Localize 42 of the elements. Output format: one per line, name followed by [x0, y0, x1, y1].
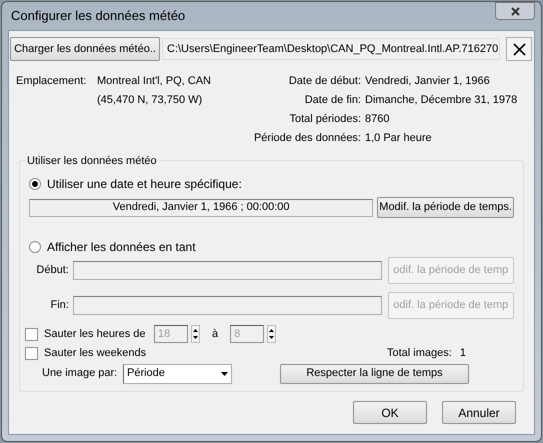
radio-button[interactable] — [29, 241, 41, 253]
info-label: Emplacement: — [16, 75, 86, 87]
dropdown[interactable]: Période — [123, 364, 232, 384]
button[interactable]: Modif. la période de temps. — [377, 197, 514, 218]
button[interactable]: Annuler — [442, 401, 516, 424]
spinner-icon[interactable] — [191, 325, 200, 343]
spinner-icon[interactable] — [267, 325, 276, 343]
date-field[interactable] — [72, 261, 382, 280]
close-icon — [512, 42, 526, 56]
info-value: Vendredi, Janvier 1, 1966 — [365, 74, 490, 87]
checkbox[interactable] — [25, 346, 38, 360]
date-field[interactable] — [72, 296, 382, 315]
info-value: (45,470 N, 73,750 W) — [97, 93, 202, 106]
radio-label: Afficher les données en tant — [47, 239, 196, 256]
info-label: Total périodes: — [289, 112, 361, 125]
info-label: Date de fin: — [304, 93, 361, 106]
info-value: 8760 — [365, 112, 390, 125]
radio-label: Utiliser une date et heure spécifique: — [47, 176, 242, 193]
button[interactable]: Charger les données météo.. — [10, 37, 160, 61]
button[interactable]: OK — [353, 401, 427, 424]
clear-button[interactable] — [506, 37, 532, 61]
radio-button[interactable] — [29, 178, 41, 190]
window-title: Configurer les données météo — [11, 7, 186, 26]
field-label: Début: — [36, 263, 69, 278]
info-value: Montreal Int'l, PQ, CAN — [97, 74, 211, 87]
info-value: Dimanche, Décembre 31, 1978 — [365, 93, 518, 106]
info-label: Date de début: — [288, 74, 361, 87]
total-images-label: Total images: — [387, 346, 452, 361]
file-path-field[interactable]: C:\Users\EngineerTeam\Desktop\CAN_PQ_Montreal.Intl.AP.716270 — [162, 38, 500, 60]
close-icon — [510, 6, 520, 16]
to-label: à — [212, 326, 218, 342]
button[interactable]: Respecter la ligne de temps — [280, 364, 469, 384]
close-button[interactable] — [495, 2, 535, 20]
checkbox-label: Sauter les heures de — [44, 326, 147, 342]
field-label: Une image par: — [42, 366, 118, 382]
field-label: Fin: — [50, 298, 69, 314]
date-time-field[interactable]: Vendredi, Janvier 1, 1966 ; 00:00:00 — [29, 198, 374, 216]
dropdown-arrow-icon — [221, 372, 228, 376]
info-value: 1,0 Par heure — [365, 131, 432, 144]
checkbox-label: Sauter les weekends — [44, 346, 148, 361]
total-images-value: 1 — [460, 346, 466, 361]
info-label: Période des données: — [254, 131, 361, 144]
